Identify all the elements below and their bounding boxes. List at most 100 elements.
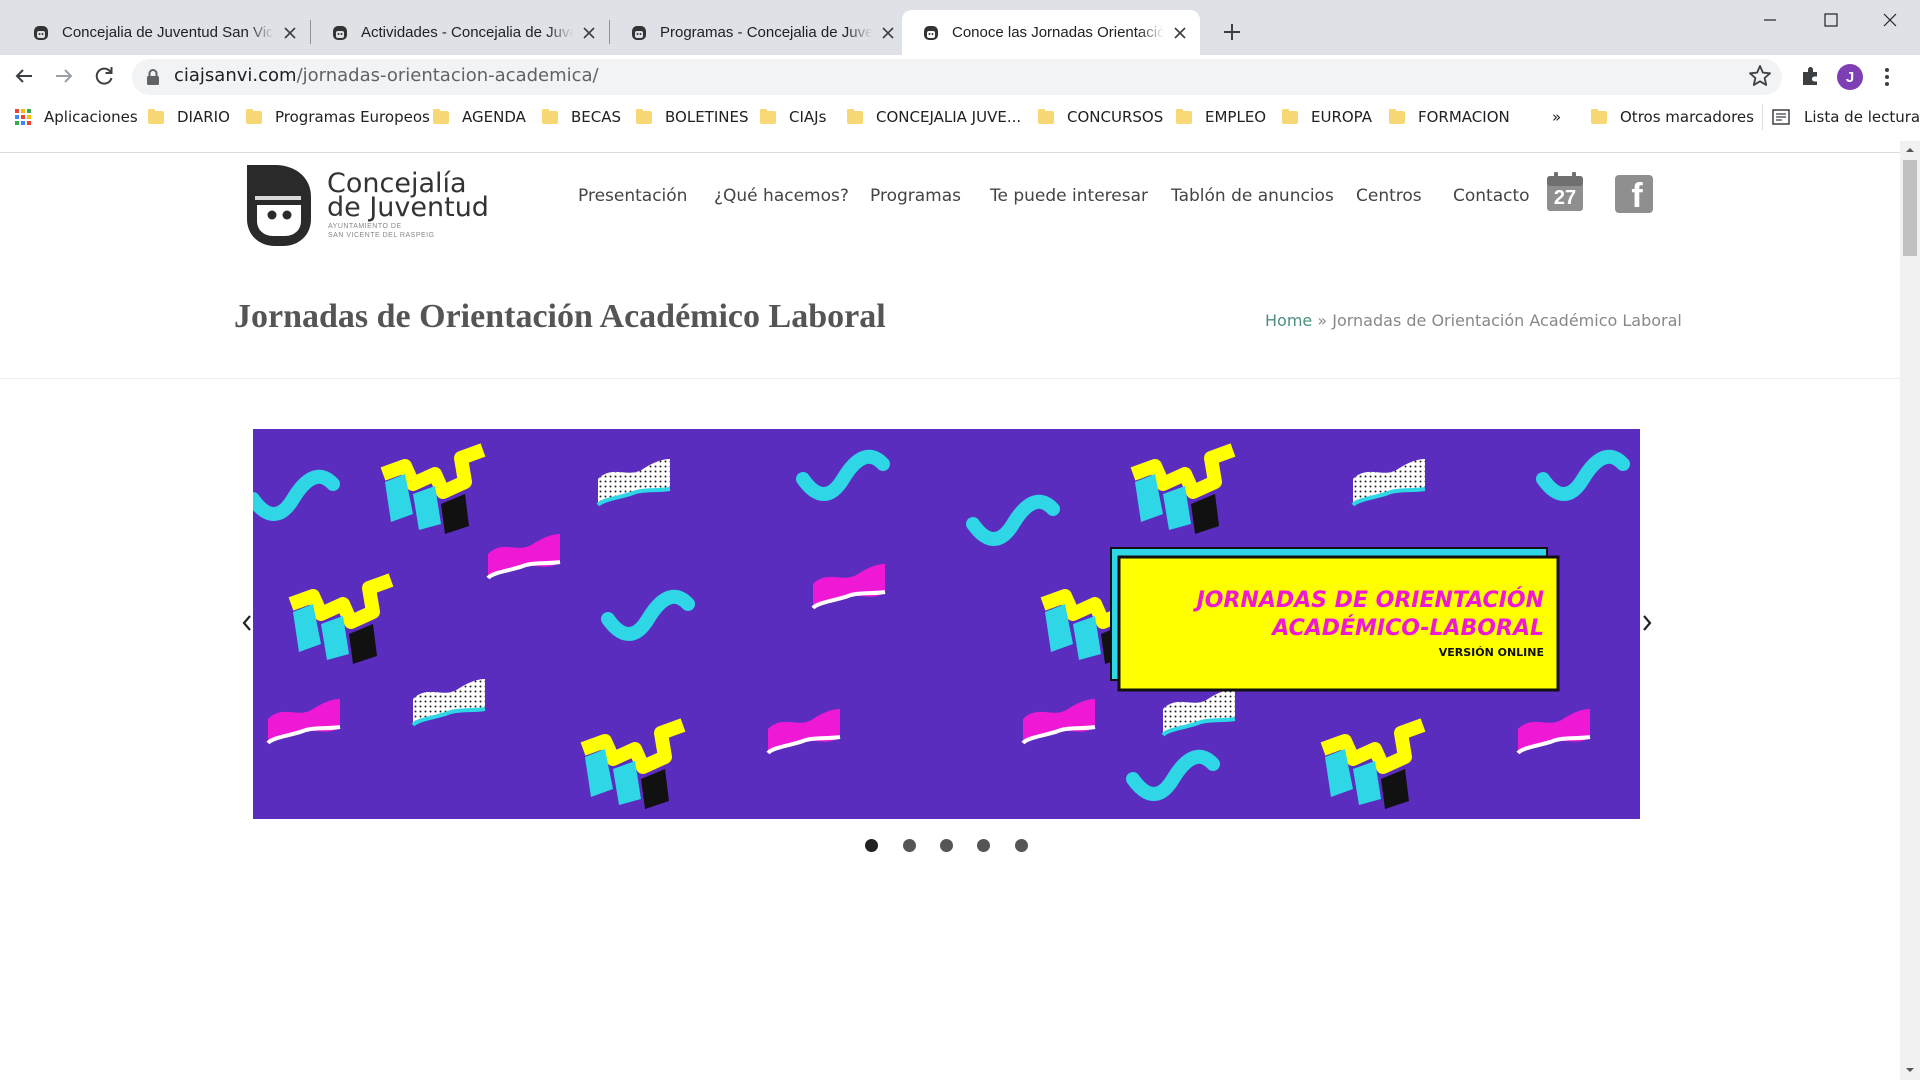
- browser-menu-icon[interactable]: [1880, 64, 1894, 90]
- close-window-icon[interactable]: [1876, 6, 1904, 34]
- banner-slide[interactable]: JORNADAS DE ORIENTACIÓN ACADÉMICO-LABORA…: [253, 429, 1640, 819]
- nav-contacto[interactable]: Contacto: [1453, 186, 1530, 206]
- banner-heading-line1: JORNADAS DE ORIENTACIÓN: [1196, 588, 1544, 613]
- slider-dot-4[interactable]: [977, 839, 990, 852]
- bookmark-folder[interactable]: CIAJs: [760, 104, 826, 130]
- nav-centros[interactable]: Centros: [1356, 186, 1422, 206]
- bookmark-folder[interactable]: Programas Europeos: [246, 104, 430, 130]
- breadcrumb-separator: »: [1317, 311, 1328, 330]
- bookmark-label: CONCURSOS: [1067, 108, 1164, 126]
- bookmark-folder[interactable]: EMPLEO: [1176, 104, 1266, 130]
- banner-subheading: VERSIÓN ONLINE: [1438, 646, 1544, 659]
- bookmark-other-folder[interactable]: Otros marcadores: [1591, 104, 1754, 130]
- reload-icon[interactable]: [90, 62, 118, 90]
- slider-dot-2[interactable]: [903, 839, 916, 852]
- tab-close-icon[interactable]: [579, 23, 599, 43]
- tab-close-icon[interactable]: [1170, 23, 1190, 43]
- bookmark-folder[interactable]: CONCURSOS: [1038, 104, 1163, 130]
- bookmark-label: CIAJs: [789, 108, 827, 126]
- url-text[interactable]: ciajsanvi.com/jornadas-orientacion-acade…: [174, 65, 599, 86]
- slider-dot-3[interactable]: [940, 839, 953, 852]
- calendar-icon[interactable]: 27: [1546, 172, 1584, 212]
- browser-tab-4-active[interactable]: Conoce las Jornadas Orientación Académic…: [902, 10, 1200, 55]
- nav-que-hacemos[interactable]: ¿Qué hacemos?: [714, 186, 849, 206]
- breadcrumb-current: Jornadas de Orientación Académico Labora…: [1332, 311, 1682, 330]
- banner-heading-line2: ACADÉMICO-LABORAL: [1272, 616, 1544, 641]
- nav-tablon-de-anuncios[interactable]: Tablón de anuncios: [1171, 186, 1334, 206]
- scrollbar-thumb[interactable]: [1903, 160, 1917, 256]
- nav-programas[interactable]: Programas: [870, 186, 961, 206]
- logo-title-line2: de Juventud: [327, 192, 489, 223]
- browser-tab-1[interactable]: Concejalia de Juventud San Vicente del R…: [12, 10, 310, 55]
- bookmark-aplicaciones[interactable]: Aplicaciones: [14, 104, 138, 130]
- breadcrumb: Home » Jornadas de Orientación Académico…: [1265, 311, 1682, 330]
- scroll-down-icon[interactable]: [1904, 1064, 1916, 1076]
- bookmark-label: EUROPA: [1311, 108, 1373, 126]
- site-favicon-icon: [632, 25, 646, 40]
- slider-next-icon[interactable]: [1639, 612, 1655, 634]
- minimize-icon[interactable]: [1756, 6, 1784, 34]
- slider-dot-5[interactable]: [1015, 839, 1028, 852]
- slider-dot-1-active[interactable]: [865, 839, 878, 852]
- folder-icon: [1038, 108, 1054, 124]
- tab-title: Programas - Concejalia de Juventud: [660, 24, 872, 41]
- bookmark-label: Programas Europeos: [275, 108, 430, 126]
- folder-icon: [847, 108, 863, 124]
- browser-tab-3[interactable]: Programas - Concejalia de Juventud: [610, 10, 908, 55]
- logo-mascot-icon[interactable]: [245, 163, 313, 248]
- bookmark-label: Otros marcadores: [1620, 108, 1754, 126]
- reading-list-icon: [1772, 109, 1790, 125]
- browser-tab-2[interactable]: Actividades - Concejalia de Juventud: [311, 10, 609, 55]
- header-divider: [0, 378, 1900, 379]
- bookmark-folder[interactable]: BECAS: [542, 104, 621, 130]
- nav-te-puede-interesar[interactable]: Te puede interesar: [990, 186, 1148, 206]
- folder-icon: [1282, 108, 1298, 124]
- site-favicon-icon: [333, 25, 347, 40]
- profile-avatar[interactable]: J: [1837, 64, 1863, 90]
- logo-subtitle-line2: SAN VICENTE DEL RASPEIG: [328, 232, 435, 239]
- slider-prev-icon[interactable]: [239, 612, 255, 634]
- bookmark-label: EMPLEO: [1205, 108, 1267, 126]
- tab-close-icon[interactable]: [280, 23, 300, 43]
- folder-icon: [760, 108, 776, 124]
- bookmark-label: BECAS: [571, 108, 622, 126]
- back-arrow-icon[interactable]: [10, 62, 38, 90]
- tab-title: Actividades - Concejalia de Juventud: [361, 24, 573, 41]
- bookmark-label: Aplicaciones: [44, 108, 138, 126]
- facebook-glyph: f: [1631, 177, 1643, 215]
- folder-icon: [1591, 108, 1607, 124]
- bookmarks-divider: [1762, 104, 1763, 130]
- bookmarks-overflow-chevron[interactable]: »: [1552, 104, 1561, 130]
- bookmark-label: FORMACION: [1418, 108, 1510, 126]
- folder-icon: [1176, 108, 1192, 124]
- bookmark-folder[interactable]: BOLETINES: [636, 104, 748, 130]
- page-scrollbar[interactable]: [1900, 141, 1920, 1080]
- folder-icon: [246, 108, 262, 124]
- extensions-puzzle-icon[interactable]: [1798, 63, 1824, 89]
- folder-icon: [148, 108, 164, 124]
- facebook-icon[interactable]: f: [1615, 175, 1653, 213]
- maximize-icon[interactable]: [1817, 6, 1845, 34]
- scroll-up-icon[interactable]: [1904, 144, 1916, 156]
- lock-icon[interactable]: [146, 68, 160, 86]
- bookmark-star-icon[interactable]: [1747, 63, 1773, 89]
- url-path: /jornadas-orientacion-academica/: [296, 65, 599, 86]
- folder-icon: [433, 108, 449, 124]
- tab-close-icon[interactable]: [878, 23, 898, 43]
- forward-arrow-icon[interactable]: [50, 62, 78, 90]
- site-favicon-icon: [34, 25, 48, 40]
- breadcrumb-home-link[interactable]: Home: [1265, 311, 1312, 330]
- nav-presentacion[interactable]: Presentación: [578, 186, 687, 206]
- bookmark-folder[interactable]: EUROPA: [1282, 104, 1372, 130]
- bookmark-folder[interactable]: DIARIO: [148, 104, 230, 130]
- bookmark-folder[interactable]: AGENDA: [433, 104, 526, 130]
- apps-grid-icon: [15, 109, 31, 125]
- site-favicon-icon: [924, 25, 938, 40]
- new-tab-icon[interactable]: [1218, 18, 1246, 46]
- bookmark-folder[interactable]: FORMACION: [1389, 104, 1510, 130]
- bookmark-label: CONCEJALIA JUVE...: [876, 108, 1022, 126]
- tab-title: Concejalia de Juventud San Vicente del R…: [62, 24, 274, 41]
- folder-icon: [542, 108, 558, 124]
- bookmark-folder[interactable]: CONCEJALIA JUVE...: [847, 104, 1021, 130]
- reading-list-button[interactable]: Lista de lectura: [1772, 104, 1920, 130]
